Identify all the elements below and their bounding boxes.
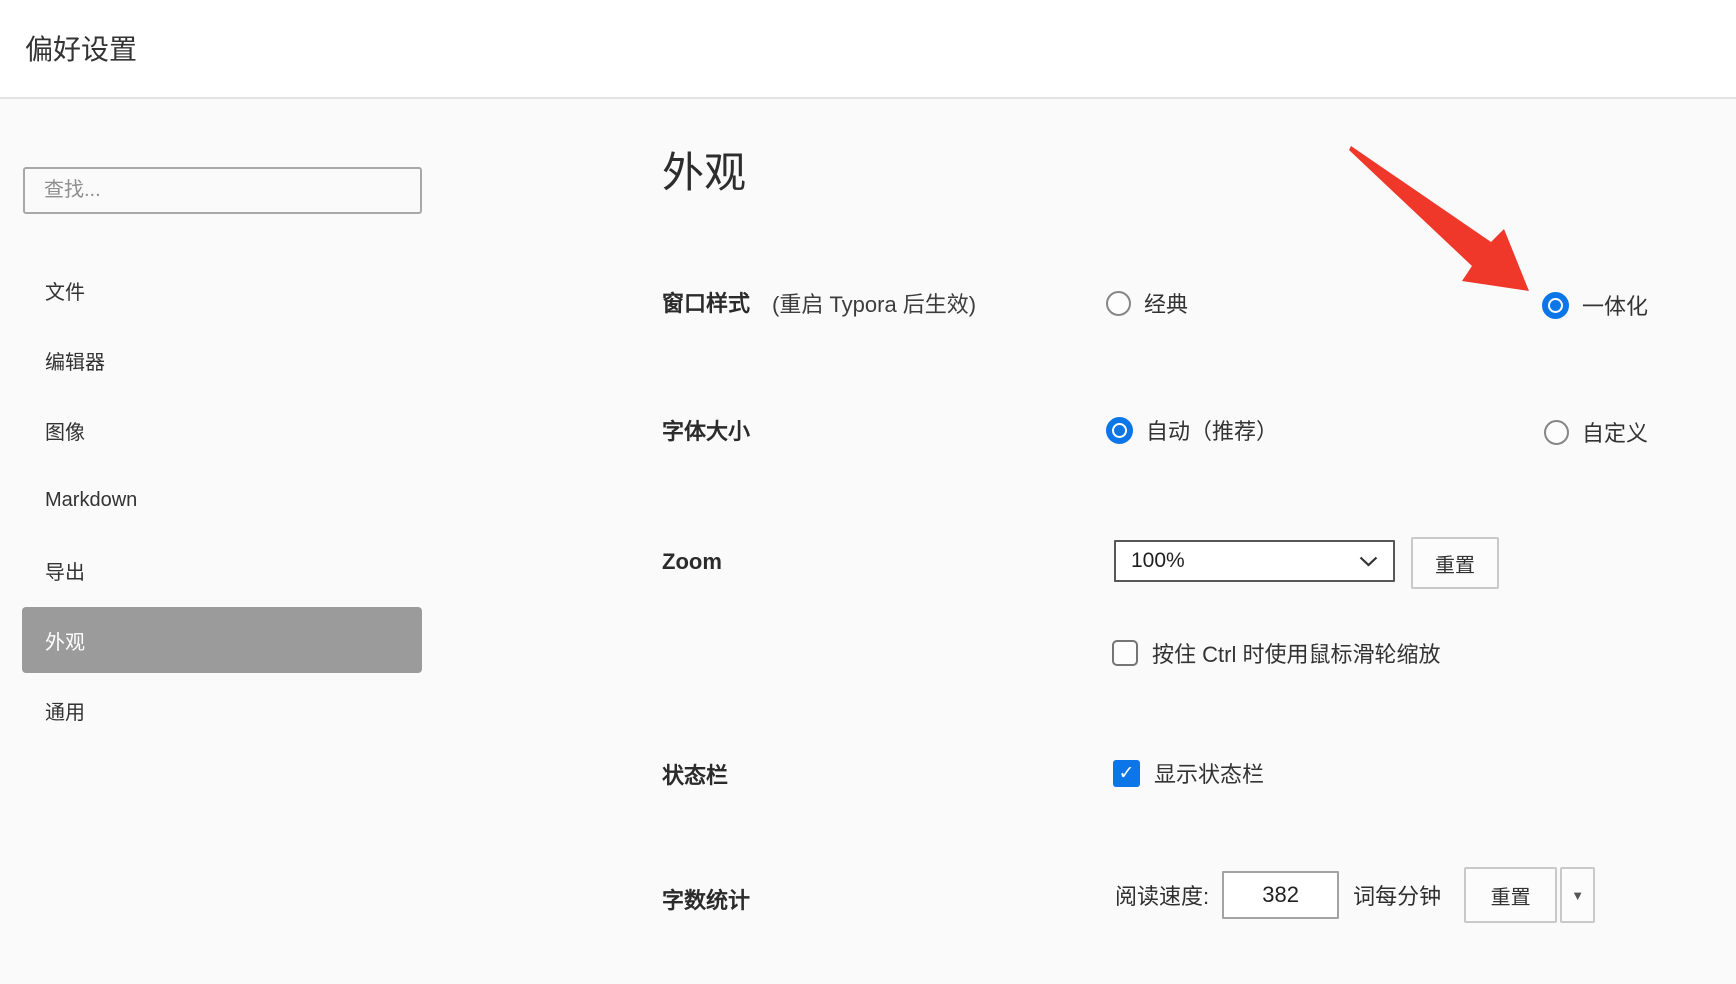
radio-checked-icon: [1106, 417, 1133, 444]
titlebar: 偏好设置: [0, 0, 1736, 99]
window-style-label: 窗口样式: [662, 286, 750, 318]
zoom-select-value: 100%: [1131, 549, 1185, 573]
zoom-select[interactable]: 100%: [1114, 540, 1395, 582]
checkbox-checked-icon: ✓: [1113, 760, 1140, 787]
window-style-note: (重启 Typora 后生效): [772, 287, 976, 319]
status-bar-label: 状态栏: [662, 758, 728, 790]
page-title: 外观: [662, 139, 746, 200]
sidebar-item-appearance[interactable]: 外观: [22, 607, 422, 673]
sidebar-item-editor[interactable]: 编辑器: [22, 327, 422, 393]
reading-speed-unit: 词每分钟: [1353, 879, 1441, 911]
window-title: 偏好设置: [25, 28, 137, 68]
chevron-down-icon: [1359, 556, 1378, 567]
word-count-controls: 阅读速度: 词每分钟 重置 ▼: [1115, 867, 1595, 923]
zoom-reset-button[interactable]: 重置: [1411, 537, 1499, 589]
radio-icon: [1106, 291, 1131, 316]
radio-option-auto[interactable]: 自动（推荐）: [1106, 414, 1278, 446]
sidebar-item-image[interactable]: 图像: [22, 397, 422, 463]
font-size-label: 字体大小: [662, 414, 750, 446]
zoom-label: Zoom: [662, 549, 722, 575]
radio-option-unibody[interactable]: 一体化: [1542, 289, 1648, 321]
reading-speed-reset-split-button: 重置 ▼: [1464, 867, 1595, 923]
reset-dropdown-button[interactable]: ▼: [1560, 867, 1595, 923]
checkbox-unchecked-icon: [1112, 640, 1138, 666]
word-count-label: 字数统计: [662, 883, 750, 915]
reading-speed-input[interactable]: [1222, 871, 1339, 919]
reading-speed-label: 阅读速度:: [1115, 879, 1209, 911]
ctrl-scroll-checkbox[interactable]: 按住 Ctrl 时使用鼠标滑轮缩放: [1112, 637, 1440, 669]
search-input[interactable]: [23, 167, 422, 214]
radio-checked-icon: [1542, 292, 1569, 319]
sidebar-item-export[interactable]: 导出: [22, 537, 422, 603]
sidebar-nav: 文件 编辑器 图像 Markdown 导出 外观 通用: [22, 257, 422, 747]
sidebar-item-files[interactable]: 文件: [22, 257, 422, 323]
sidebar-item-general[interactable]: 通用: [22, 677, 422, 743]
sidebar-item-markdown[interactable]: Markdown: [22, 467, 422, 533]
caret-down-icon: ▼: [1571, 888, 1584, 903]
preferences-window: 偏好设置 文件 编辑器 图像 Markdown 导出 外观 通用 外观 窗口样式…: [0, 0, 1736, 984]
radio-option-classic[interactable]: 经典: [1106, 287, 1188, 319]
show-status-bar-checkbox[interactable]: ✓ 显示状态栏: [1113, 757, 1264, 789]
radio-option-custom[interactable]: 自定义: [1544, 416, 1648, 448]
radio-icon: [1544, 420, 1569, 445]
reading-speed-reset-button[interactable]: 重置: [1464, 867, 1557, 923]
